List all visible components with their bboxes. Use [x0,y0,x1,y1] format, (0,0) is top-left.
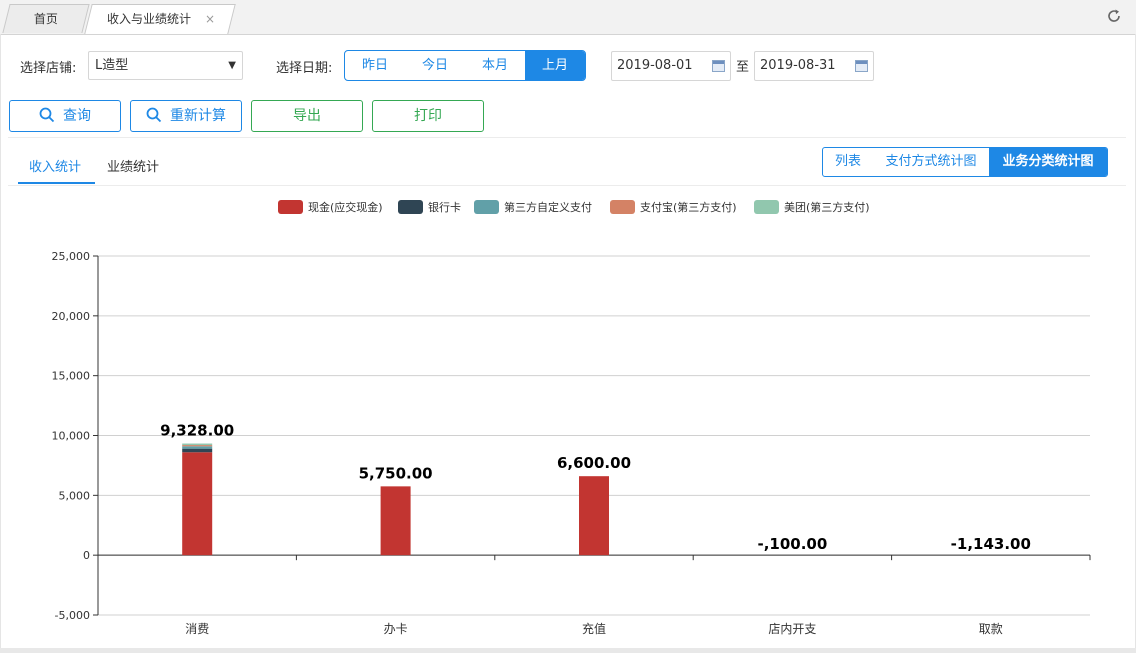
y-tick-label: 15,000 [52,370,91,383]
x-tick-label: 取款 [979,622,1003,636]
x-tick-label: 充值 [582,621,606,636]
bar-total-label: -,100.00 [757,535,827,553]
business-category-chart: 25,000 20,000 15,000 10,000 5,000 0 -5,000 消费 9,… [52,250,1091,636]
bar-total-label: 6,600.00 [557,454,631,472]
bar-total-label: 9,328.00 [160,422,234,440]
y-tick-label: 10,000 [52,430,91,443]
bar-segment [579,476,609,556]
x-tick-label: 办卡 [384,621,408,636]
y-tick-label: 20,000 [52,310,91,323]
bar-segment [182,445,213,447]
bar-segment [182,452,213,556]
bar-total-label: 5,750.00 [359,464,433,482]
bar-segment [182,443,213,446]
y-tick-label: 5,000 [59,489,91,502]
bar-total-label: -1,143.00 [951,535,1031,553]
bar-segment [182,446,213,449]
bar-segment [380,486,411,556]
y-tick-label: 25,000 [52,250,91,263]
bar-segment [182,448,213,453]
x-tick-label: 消费 [185,622,209,636]
x-tick-label: 店内开支 [768,622,816,636]
y-tick-label: 0 [83,549,90,562]
y-tick-label: -5,000 [55,609,90,622]
